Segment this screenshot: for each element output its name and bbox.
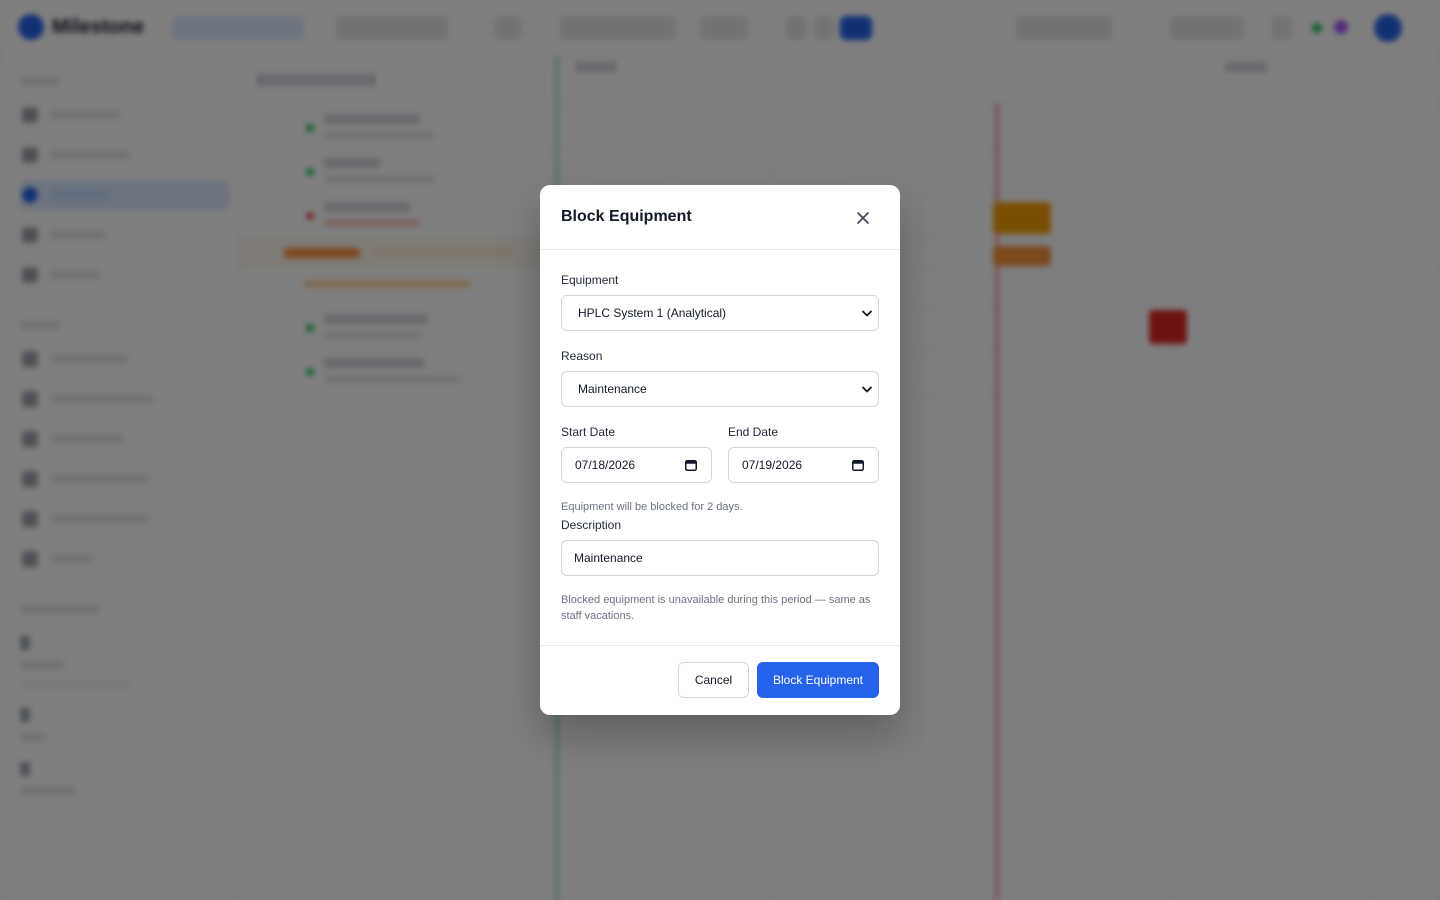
chevron-down-icon [862, 386, 872, 393]
block-equipment-dialog: Block Equipment Equipment HPLC System 1 … [540, 185, 900, 715]
reason-select[interactable]: Maintenance [561, 371, 879, 407]
end-date-label: End Date [728, 425, 779, 439]
end-date-value: 07/19/2026 [742, 458, 803, 472]
equipment-select-value: HPLC System 1 (Analytical) [578, 306, 727, 320]
calendar-icon[interactable] [852, 459, 864, 471]
reason-label: Reason [561, 349, 603, 363]
close-button[interactable] [850, 205, 876, 231]
blocking-footnote: Blocked equipment is unavailable during … [561, 594, 871, 622]
end-date-input[interactable]: 07/19/2026 [728, 447, 879, 483]
start-date-input[interactable]: 07/18/2026 [561, 447, 712, 483]
calendar-icon[interactable] [685, 459, 697, 471]
dialog-title: Block Equipment [561, 208, 692, 225]
description-input[interactable] [561, 540, 879, 576]
close-icon [857, 212, 869, 224]
start-date-value: 07/18/2026 [575, 458, 636, 472]
equipment-label: Equipment [561, 273, 619, 287]
dialog-header: Block Equipment [540, 185, 900, 250]
block-equipment-button[interactable]: Block Equipment [757, 662, 879, 698]
description-label: Description [561, 518, 622, 532]
chevron-down-icon [862, 310, 872, 317]
start-date-label: Start Date [561, 425, 616, 439]
reason-select-value: Maintenance [578, 382, 647, 396]
dialog-footer-divider [540, 645, 900, 646]
equipment-select[interactable]: HPLC System 1 (Analytical) [561, 295, 879, 331]
duration-hint: Equipment will be blocked for 2 days. [561, 501, 743, 513]
cancel-button[interactable]: Cancel [678, 662, 749, 698]
